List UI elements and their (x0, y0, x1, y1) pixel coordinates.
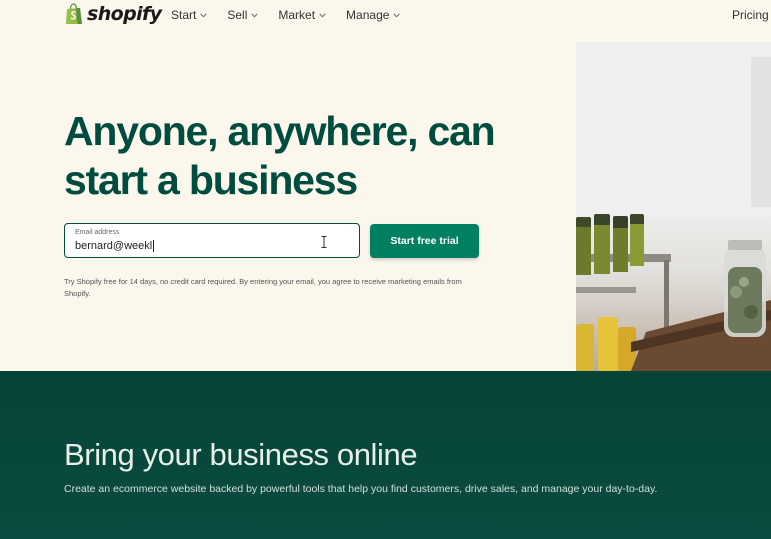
shopify-logo[interactable]: shopify (64, 3, 162, 25)
text-cursor-icon (321, 236, 327, 248)
nav-item-label: Start (171, 8, 197, 22)
hero-headline: Anyone, anywhere, can start a business (64, 107, 544, 205)
email-field-value[interactable]: bernard@weekl (75, 240, 155, 253)
chevron-down-icon (200, 12, 208, 18)
nav-menu: Start Sell Market Manage (171, 8, 401, 22)
hero-headline-line: Anyone, anywhere, can (64, 108, 496, 154)
nav-item-label: Sell (227, 8, 248, 22)
hero-headline-line: start a business (64, 157, 358, 203)
chevron-down-icon (393, 12, 401, 18)
email-field-text: bernard@weekl (75, 240, 153, 252)
email-field[interactable]: Email address bernard@weekl (64, 223, 360, 258)
nav-item-manage[interactable]: Manage (346, 8, 401, 22)
nav-item-sell[interactable]: Sell (227, 8, 259, 22)
top-navigation: shopify Start Sell Market Manage Pricing (0, 0, 771, 30)
section-title: Bring your business online (64, 437, 418, 472)
section-subtitle: Create an ecommerce website backed by po… (64, 483, 658, 495)
logo-wordmark: shopify (87, 3, 162, 25)
text-caret (153, 240, 155, 253)
email-field-label: Email address (75, 229, 120, 236)
features-section: Bring your business online Create an eco… (0, 371, 771, 539)
nav-item-start[interactable]: Start (171, 8, 208, 22)
trial-disclaimer: Try Shopify free for 14 days, no credit … (64, 277, 462, 298)
hero-image (576, 42, 771, 371)
nav-item-label: Market (278, 8, 316, 22)
start-free-trial-button[interactable]: Start free trial (370, 224, 479, 258)
chevron-down-icon (319, 12, 326, 18)
nav-item-label: Manage (346, 8, 390, 22)
shopping-bag-icon (66, 3, 82, 24)
nav-item-market[interactable]: Market (278, 8, 326, 22)
hero-photo-illustration (576, 42, 771, 371)
chevron-down-icon (251, 12, 259, 18)
nav-pricing-link[interactable]: Pricing (732, 8, 769, 22)
